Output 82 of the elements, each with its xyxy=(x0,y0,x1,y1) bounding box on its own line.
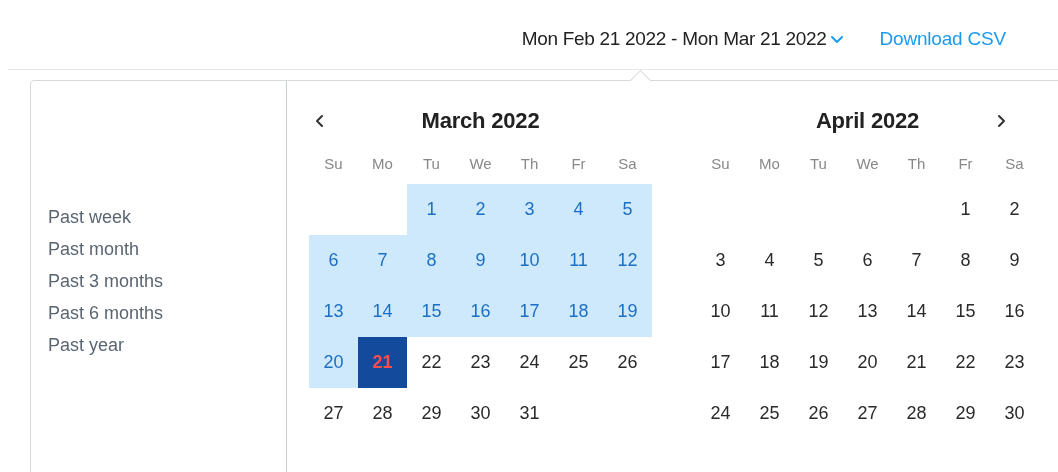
day-cell[interactable]: 7 xyxy=(358,235,407,286)
day-cell[interactable]: 8 xyxy=(407,235,456,286)
day-cell[interactable]: 13 xyxy=(309,286,358,337)
day-cell[interactable]: 27 xyxy=(843,388,892,439)
day-cell[interactable]: 1 xyxy=(941,184,990,235)
day-cell[interactable]: 8 xyxy=(941,235,990,286)
weekday-label: Tu xyxy=(809,154,828,172)
preset-option[interactable]: Past 6 months xyxy=(48,297,164,329)
preset-option[interactable]: Past week xyxy=(48,201,132,233)
day-cell[interactable]: 6 xyxy=(309,235,358,286)
day-cell[interactable]: 2 xyxy=(456,184,505,235)
month-title: April 2022 xyxy=(814,108,921,134)
weekday-label: Su xyxy=(710,154,731,172)
day-cell[interactable]: 7 xyxy=(892,235,941,286)
weekday-label: We xyxy=(468,154,493,172)
day-cell[interactable]: 25 xyxy=(745,388,794,439)
day-cell[interactable]: 9 xyxy=(990,235,1039,286)
day-cell[interactable]: 28 xyxy=(892,388,941,439)
day-cell[interactable]: 1 xyxy=(407,184,456,235)
day-cell[interactable]: 16 xyxy=(456,286,505,337)
weekday-label: Sa xyxy=(617,154,638,172)
day-cell[interactable]: 30 xyxy=(990,388,1039,439)
day-cell[interactable]: 4 xyxy=(554,184,603,235)
day-cell[interactable]: 18 xyxy=(554,286,603,337)
preset-option[interactable]: Past 3 months xyxy=(48,265,164,297)
weekday-label: Su xyxy=(323,154,344,172)
date-range-dropdown[interactable]: Mon Feb 21 2022 - Mon Mar 21 2022 xyxy=(521,27,844,50)
day-cell[interactable]: 24 xyxy=(696,388,745,439)
day-cell[interactable]: 15 xyxy=(941,286,990,337)
weekday-label: Th xyxy=(906,154,927,172)
day-cell[interactable]: 22 xyxy=(407,337,456,388)
day-cell[interactable]: 25 xyxy=(554,337,603,388)
day-cell[interactable]: 14 xyxy=(358,286,407,337)
day-cell[interactable]: 15 xyxy=(407,286,456,337)
weekday-label: Sa xyxy=(1004,154,1025,172)
day-cell[interactable]: 11 xyxy=(745,286,794,337)
day-cell[interactable]: 6 xyxy=(843,235,892,286)
weekday-label: Fr xyxy=(570,154,587,172)
day-cell[interactable]: 3 xyxy=(696,235,745,286)
weekday-label: Th xyxy=(519,154,540,172)
day-cell[interactable]: 2 xyxy=(990,184,1039,235)
day-cell[interactable]: 29 xyxy=(407,388,456,439)
day-cell[interactable]: 21 xyxy=(892,337,941,388)
day-cell[interactable]: 19 xyxy=(603,286,652,337)
day-cell[interactable]: 31 xyxy=(505,388,554,439)
day-cell[interactable]: 10 xyxy=(505,235,554,286)
weekday-label: We xyxy=(855,154,880,172)
day-cell[interactable]: 23 xyxy=(456,337,505,388)
day-cell[interactable]: 22 xyxy=(941,337,990,388)
day-cell[interactable]: 9 xyxy=(456,235,505,286)
day-cell[interactable]: 23 xyxy=(990,337,1039,388)
day-cell[interactable]: 26 xyxy=(794,388,843,439)
weekday-label: Tu xyxy=(422,154,441,172)
weekday-label: Mo xyxy=(371,154,394,172)
day-cell[interactable]: 10 xyxy=(696,286,745,337)
day-cell[interactable]: 5 xyxy=(603,184,652,235)
day-cell[interactable]: 27 xyxy=(309,388,358,439)
day-cell[interactable]: 3 xyxy=(505,184,554,235)
day-cell[interactable]: 17 xyxy=(505,286,554,337)
day-cell[interactable]: 12 xyxy=(603,235,652,286)
day-cell[interactable]: 5 xyxy=(794,235,843,286)
day-cell[interactable]: 29 xyxy=(941,388,990,439)
day-cell[interactable]: 28 xyxy=(358,388,407,439)
day-cell[interactable]: 24 xyxy=(505,337,554,388)
day-cell[interactable]: 20 xyxy=(309,337,358,388)
day-cell[interactable]: 13 xyxy=(843,286,892,337)
preset-option[interactable]: Past year xyxy=(48,329,125,361)
day-cell[interactable]: 14 xyxy=(892,286,941,337)
day-cell[interactable]: 20 xyxy=(843,337,892,388)
day-cell[interactable]: 26 xyxy=(603,337,652,388)
day-cell[interactable]: 30 xyxy=(456,388,505,439)
day-cell[interactable]: 18 xyxy=(745,337,794,388)
preset-option[interactable]: Past month xyxy=(48,233,140,265)
day-cell[interactable]: 16 xyxy=(990,286,1039,337)
day-cell[interactable]: 12 xyxy=(794,286,843,337)
weekday-label: Fr xyxy=(957,154,974,172)
day-cell[interactable]: 17 xyxy=(696,337,745,388)
month-title: March 2022 xyxy=(420,108,541,134)
day-cell[interactable]: 19 xyxy=(794,337,843,388)
day-cell[interactable]: 4 xyxy=(745,235,794,286)
day-cell[interactable]: 11 xyxy=(554,235,603,286)
weekday-label: Mo xyxy=(758,154,781,172)
